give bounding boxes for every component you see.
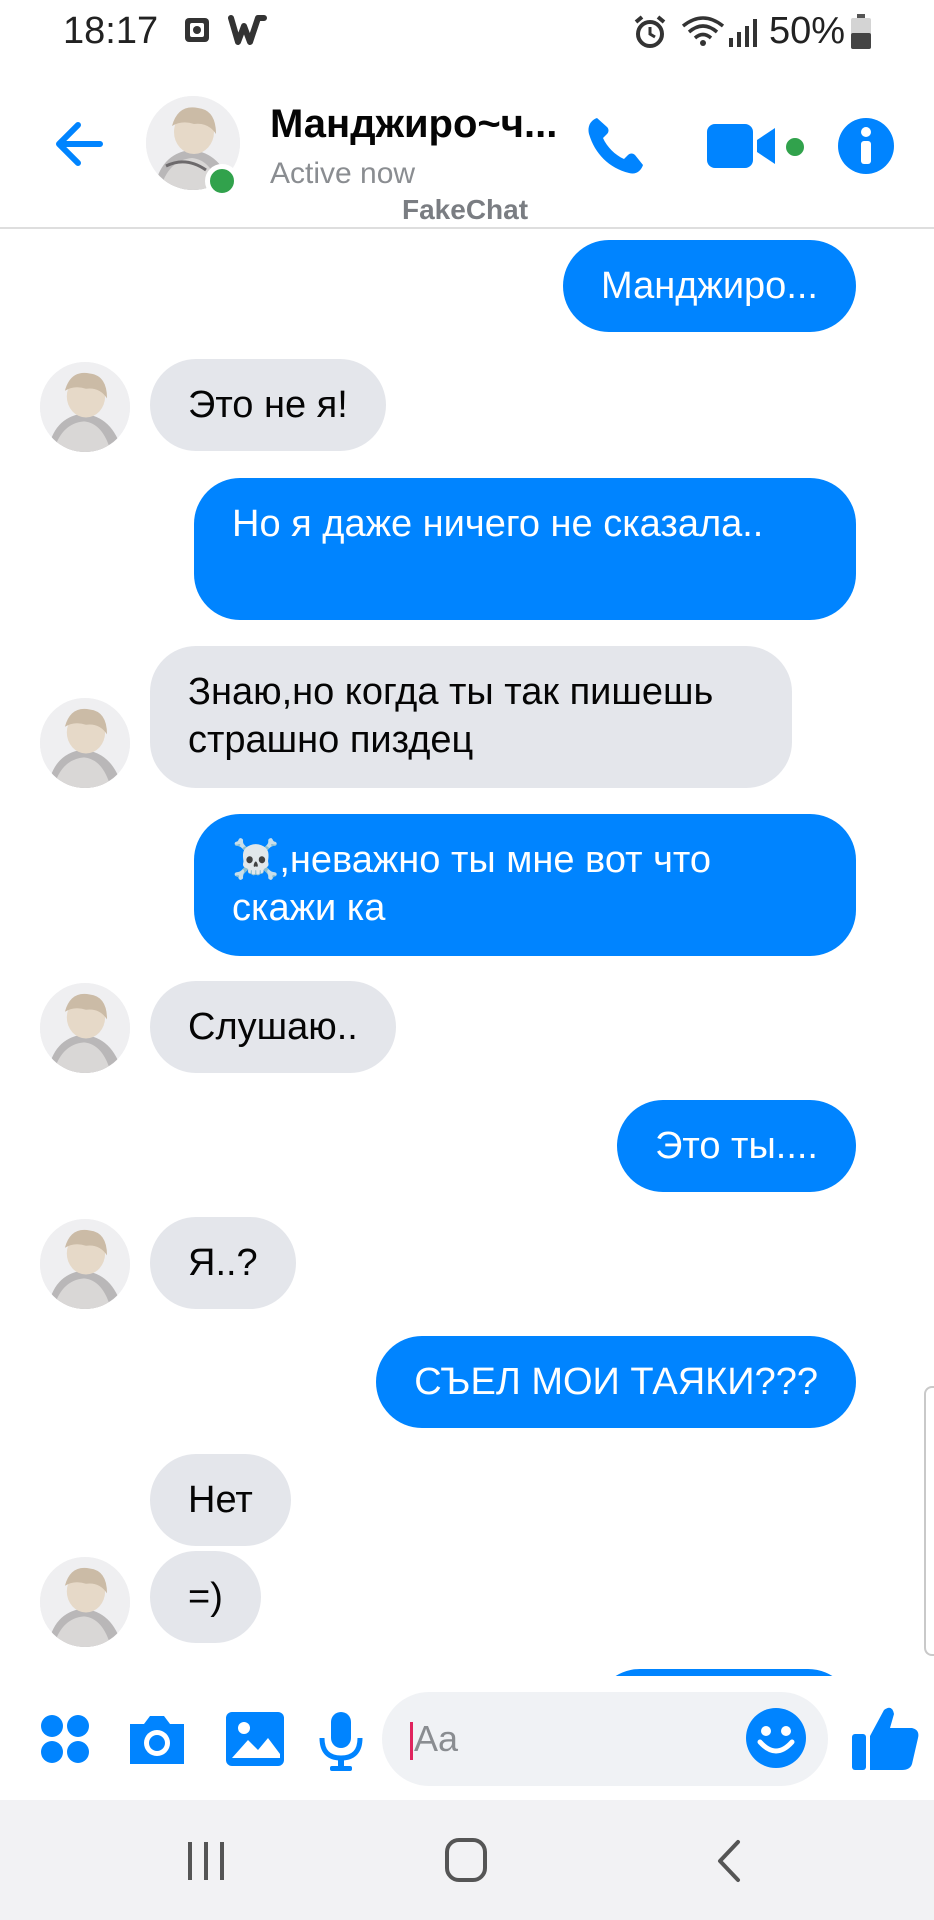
message-avatar[interactable]: [40, 698, 130, 788]
voice-call-button[interactable]: [583, 112, 649, 178]
composer: Aa: [0, 1676, 934, 1800]
signal-icon: [728, 18, 758, 53]
status-time: 18:17: [63, 10, 159, 52]
recent-apps-icon: [188, 1842, 224, 1880]
thumbs-up-icon: [852, 1707, 919, 1770]
message-avatar[interactable]: [40, 983, 130, 1073]
alarm-icon: [632, 14, 668, 55]
message-bubble-outgoing[interactable]: ☠️,неважно ты мне вот что скажи ка: [194, 814, 856, 956]
image-icon: [226, 1712, 284, 1766]
message-bubble-outgoing[interactable]: Но я даже ничего не сказала..: [194, 478, 856, 620]
chevron-left-icon: [718, 1840, 740, 1882]
system-nav-bar: [0, 1800, 934, 1920]
wifi-icon: [680, 16, 726, 53]
online-indicator: [205, 164, 239, 198]
home-icon: [445, 1838, 487, 1882]
video-camera-icon: [707, 124, 775, 168]
gallery-button[interactable]: [222, 1706, 288, 1772]
watermark: FakeChat: [402, 194, 529, 225]
message-avatar[interactable]: [40, 1557, 130, 1647]
message-avatar[interactable]: [40, 362, 130, 452]
chat-header: Манджиро~ч... Active now FakeChat: [0, 64, 934, 229]
emoji-button[interactable]: [744, 1706, 808, 1770]
message-input-placeholder: Aa: [414, 1718, 459, 1759]
message-avatar[interactable]: [40, 1219, 130, 1309]
message-bubble-outgoing-partial[interactable]: [594, 1669, 854, 1676]
microphone-icon: [319, 1712, 363, 1771]
recent-apps-button[interactable]: [176, 1836, 236, 1886]
message-bubble-incoming[interactable]: Это не я!: [150, 359, 386, 451]
battery-percent: 50%: [769, 10, 846, 52]
status-bar: 18:17 50%: [0, 0, 934, 64]
message-list[interactable]: Манджиро... Это не я! Но я даже ничего н…: [0, 231, 934, 1676]
message-input[interactable]: Aa: [382, 1692, 828, 1786]
message-bubble-outgoing[interactable]: СЪЕЛ МОИ ТАЯКИ???: [376, 1336, 856, 1428]
contact-name[interactable]: Манджиро~ч...: [270, 102, 570, 147]
message-bubble-outgoing[interactable]: Это ты....: [617, 1100, 856, 1192]
emoji-icon: [746, 1708, 806, 1768]
text-cursor: [410, 1722, 413, 1760]
avatar-illustration-icon: [40, 698, 130, 788]
voice-message-button[interactable]: [308, 1706, 374, 1772]
like-button[interactable]: [848, 1700, 924, 1776]
grid-dots-icon: [41, 1715, 89, 1763]
message-bubble-incoming[interactable]: Знаю,но когда ты так пишешь страшно пизд…: [150, 646, 792, 788]
back-arrow-icon: [56, 122, 103, 166]
camera-button[interactable]: [124, 1706, 190, 1772]
w-app-icon: [228, 14, 268, 51]
avatar-illustration-icon: [40, 1557, 130, 1647]
avatar-illustration-icon: [40, 362, 130, 452]
gallery-icon: [183, 16, 211, 49]
back-button[interactable]: [50, 114, 110, 174]
video-call-button[interactable]: [705, 118, 785, 174]
avatar-illustration-icon: [40, 1219, 130, 1309]
info-button[interactable]: [836, 116, 896, 176]
video-active-indicator: [783, 135, 807, 159]
message-bubble-outgoing[interactable]: Манджиро...: [563, 240, 856, 332]
message-bubble-incoming[interactable]: Нет: [150, 1454, 291, 1546]
more-actions-button[interactable]: [32, 1706, 98, 1772]
battery-icon: [850, 14, 872, 55]
info-icon: [838, 118, 894, 174]
message-bubble-incoming[interactable]: Я..?: [150, 1217, 296, 1309]
home-button[interactable]: [436, 1836, 496, 1886]
scrollbar[interactable]: [924, 1386, 934, 1656]
avatar-illustration-icon: [40, 983, 130, 1073]
contact-status: Active now: [270, 157, 416, 190]
camera-icon: [130, 1716, 184, 1764]
message-bubble-incoming[interactable]: Слушаю..: [150, 981, 396, 1073]
message-bubble-incoming[interactable]: =): [150, 1551, 261, 1643]
phone-icon: [588, 118, 643, 174]
back-nav-button[interactable]: [700, 1836, 760, 1886]
